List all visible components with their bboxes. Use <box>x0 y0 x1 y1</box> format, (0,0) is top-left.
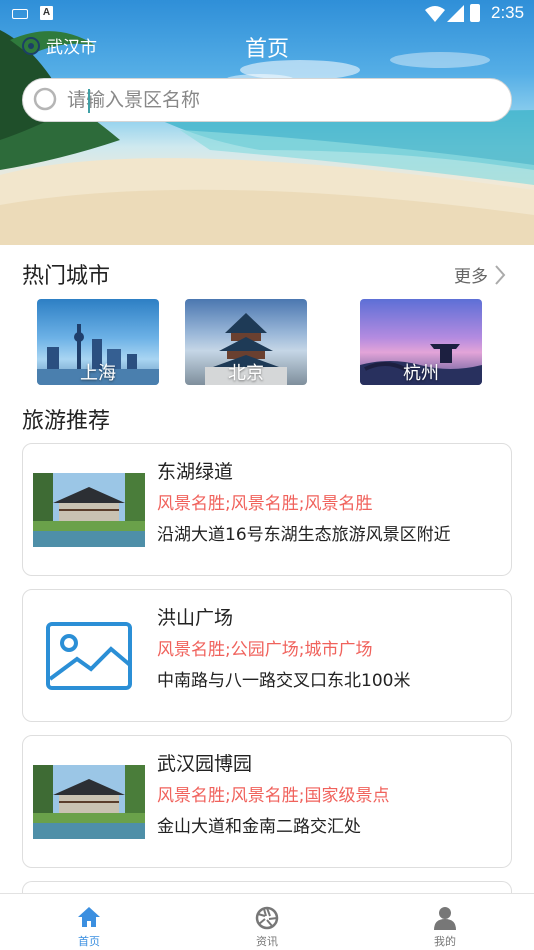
more-label: 更多 <box>454 267 488 287</box>
spot-tags: 风景名胜;风景名胜;风景名胜 <box>157 494 373 514</box>
city-card-shanghai[interactable]: 上海 <box>37 299 159 385</box>
spot-card[interactable]: 洪山广场 风景名胜;公园广场;城市广场 中南路与八一路交叉口东北100米 <box>22 589 512 722</box>
spot-tags: 风景名胜;公园广场;城市广场 <box>157 640 373 660</box>
text-cursor <box>88 89 90 113</box>
a-badge-icon: A <box>40 6 53 20</box>
status-time: 2:35 <box>491 3 525 22</box>
battery-icon <box>470 4 480 22</box>
search-input[interactable] <box>67 89 487 111</box>
nav-mine[interactable]: 我的 <box>385 894 505 950</box>
search-bar[interactable] <box>22 78 512 122</box>
more-button[interactable]: 更多 <box>454 262 506 287</box>
hero-banner: A 2:35 武汉市 首页 <box>0 0 534 245</box>
nav-label: 我的 <box>434 935 456 948</box>
image-placeholder-icon <box>46 622 132 690</box>
home-icon <box>78 907 100 927</box>
keyboard-icon <box>12 9 28 19</box>
city-name: 杭州 <box>403 363 439 384</box>
page-title: 首页 <box>244 37 289 62</box>
signal-icon <box>447 5 464 22</box>
nav-label: 资讯 <box>256 935 278 948</box>
spot-card[interactable]: 东湖绿道 风景名胜;风景名胜;风景名胜 沿湖大道16号东湖生态旅游风景区附近 <box>22 443 512 576</box>
spot-thumbnail <box>33 473 145 547</box>
spot-card[interactable]: 武汉园博园 风景名胜;风景名胜;国家级景点 金山大道和金南二路交汇处 <box>22 735 512 868</box>
search-icon <box>33 87 57 111</box>
city-name: 上海 <box>80 363 116 384</box>
spot-thumbnail <box>33 619 145 693</box>
pavilion-photo <box>33 473 145 547</box>
aperture-icon <box>255 906 279 930</box>
wifi-icon <box>425 6 445 22</box>
spot-name: 武汉园博园 <box>157 753 253 775</box>
person-icon <box>434 907 456 930</box>
city-card-beijing[interactable]: 北京 <box>185 299 307 385</box>
spot-address: 中南路与八一路交叉口东北100米 <box>157 671 411 691</box>
spot-name: 洪山广场 <box>157 607 234 629</box>
chevron-right-icon <box>495 264 506 285</box>
recommend-title: 旅游推荐 <box>22 409 111 434</box>
nav-home[interactable]: 首页 <box>29 894 149 950</box>
bottom-nav: 首页 资讯 我的 <box>0 893 534 950</box>
city-card-hangzhou[interactable]: 杭州 <box>360 299 482 385</box>
spot-name: 东湖绿道 <box>157 461 234 483</box>
city-name: 北京 <box>228 363 264 384</box>
spot-address: 金山大道和金南二路交汇处 <box>157 817 361 837</box>
spot-tags: 风景名胜;风景名胜;国家级景点 <box>157 786 390 806</box>
nav-label: 首页 <box>78 935 100 948</box>
nav-news[interactable]: 资讯 <box>207 894 327 950</box>
status-bar: A 2:35 <box>0 0 534 28</box>
pavilion-photo <box>33 765 145 839</box>
hot-cities-title: 热门城市 <box>22 264 111 289</box>
spot-thumbnail <box>33 765 145 839</box>
spot-address: 沿湖大道16号东湖生态旅游风景区附近 <box>157 525 451 545</box>
